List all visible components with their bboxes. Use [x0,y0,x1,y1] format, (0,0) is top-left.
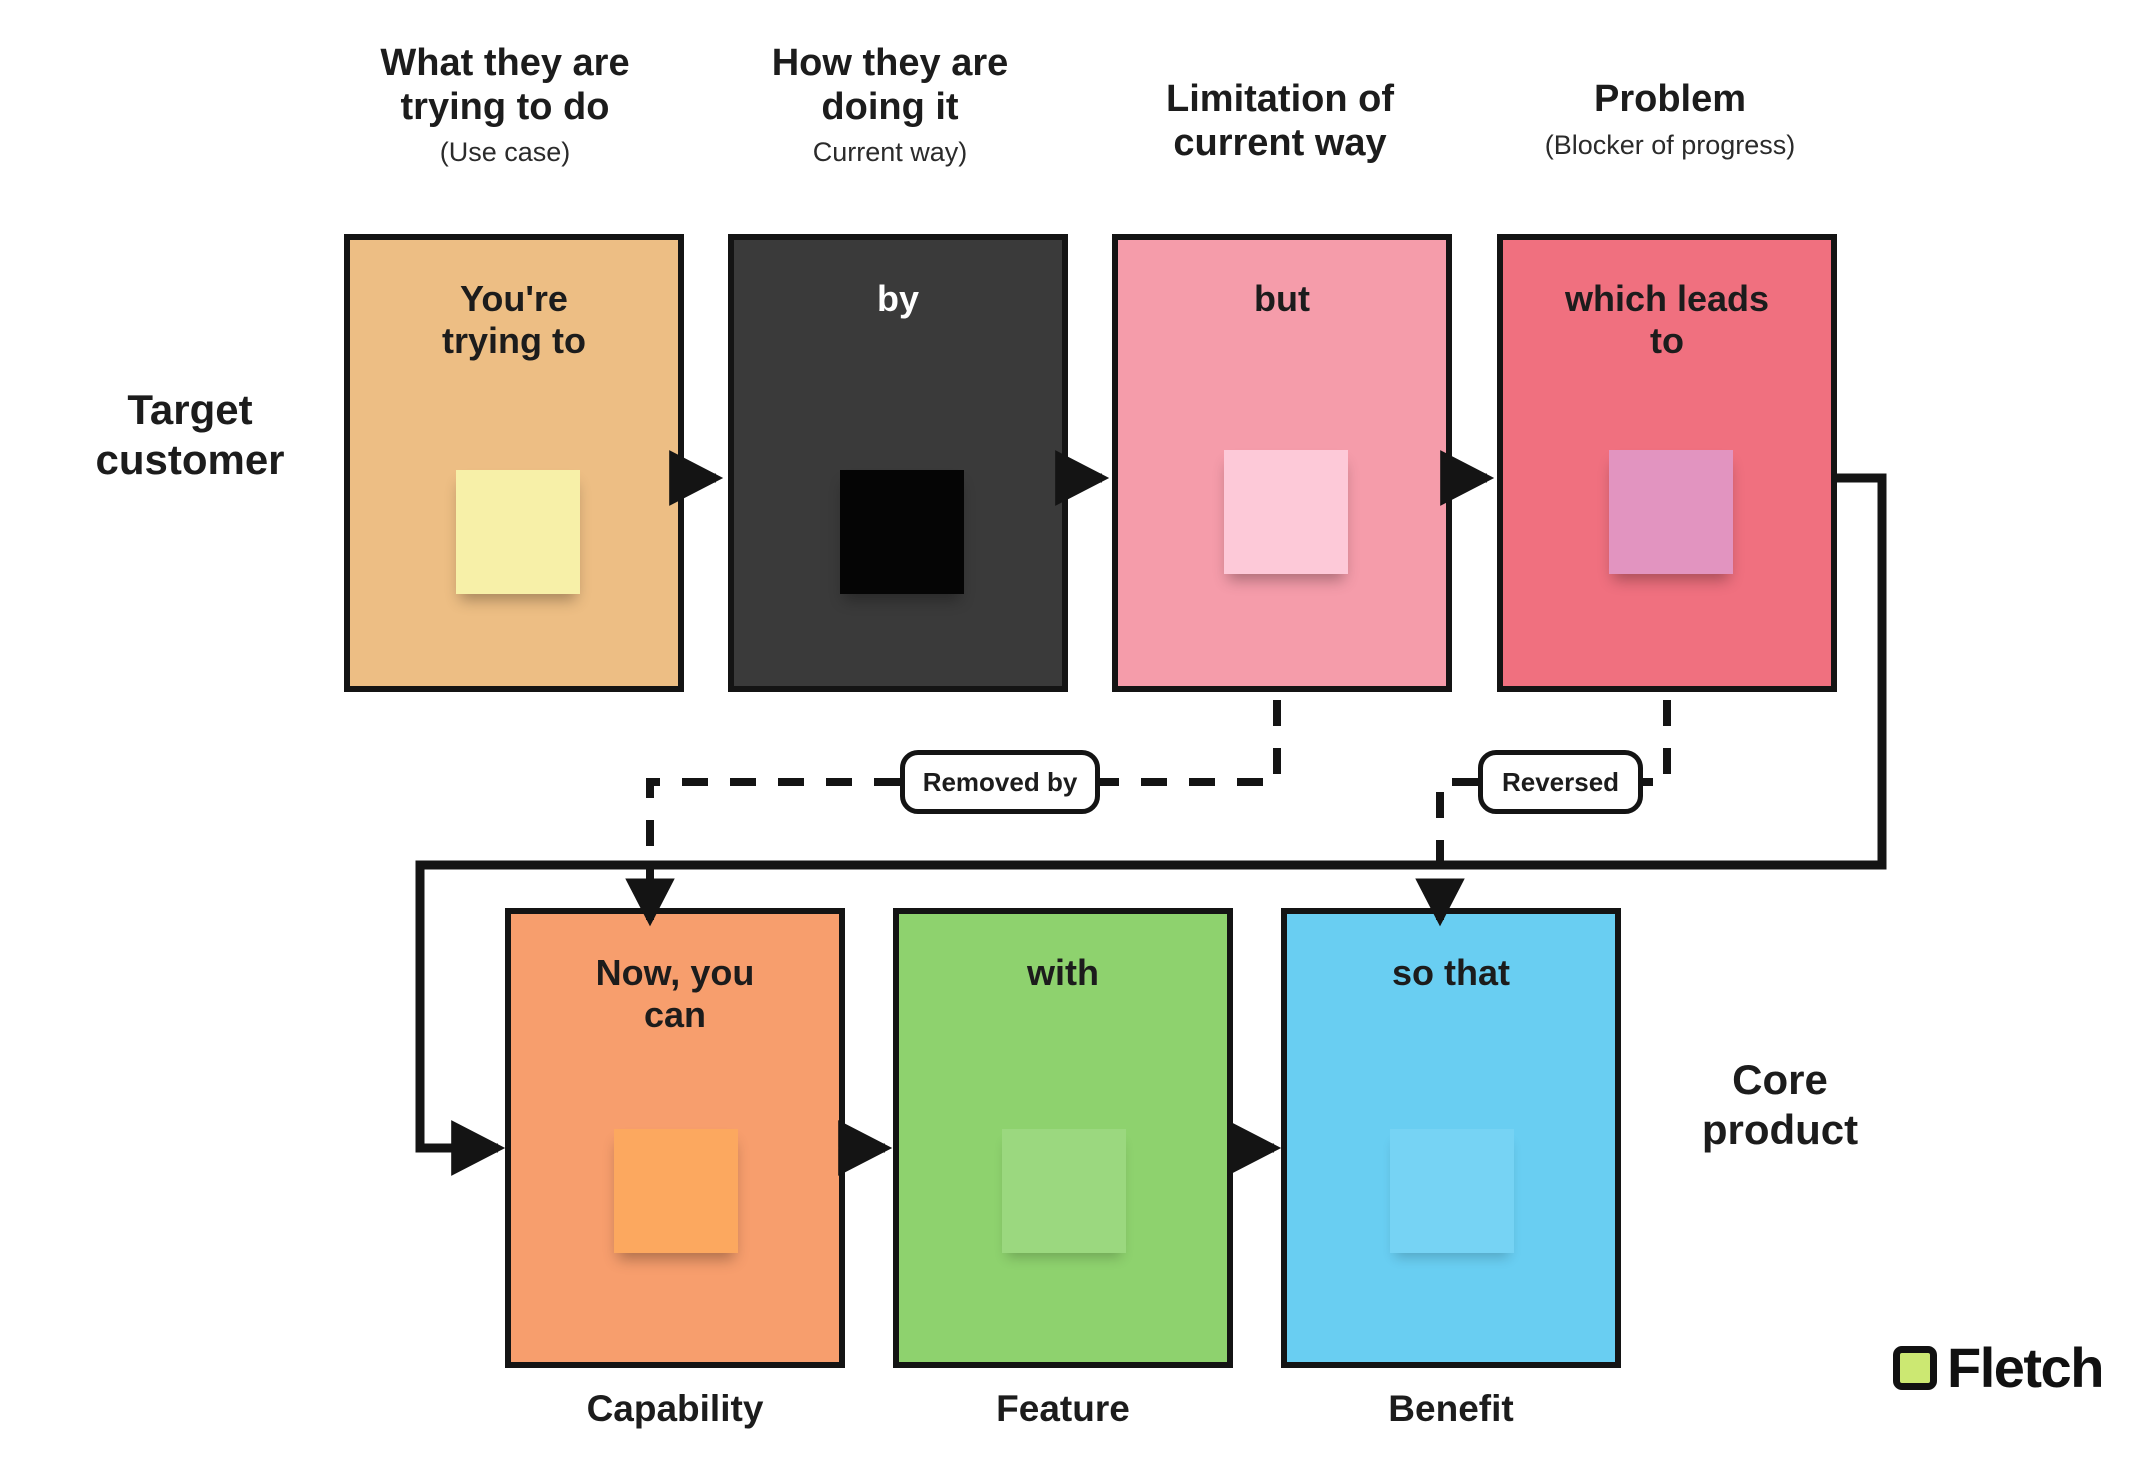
fletch-wordmark: Fletch [1947,1336,2104,1399]
wire-removed-by-right-segment [1100,700,1281,786]
column-header-current-way: How they are doing it Current way) [720,42,1060,168]
card-label: You're trying to [442,278,586,362]
column-header-title: How they are doing it [771,42,1009,128]
wire-removed-by-left-segment [646,778,900,900]
sticky-note [456,470,580,594]
column-header-title: What they are trying to do [380,42,630,128]
column-header-limitation: Limitation of current way [1100,78,1460,173]
column-header-problem: Problem (Blocker of progress) [1490,78,1850,161]
card-capability[interactable]: Now, you can [505,908,845,1368]
sticky-note [1390,1129,1514,1253]
column-header-subtitle: Current way) [812,137,968,168]
column-header-title: Limitation of current way [1166,78,1394,164]
caption-feature: Feature [996,1388,1130,1429]
core-product-label: Core product [1701,1056,1859,1153]
column-header-subtitle: (Blocker of progress) [1544,129,1796,160]
card-limitation[interactable]: but [1112,234,1452,692]
sticky-note [1002,1129,1126,1253]
sticky-note [840,470,964,594]
card-label: Now, you can [595,952,755,1036]
connector-label-removed-by: Removed by [900,750,1100,814]
card-benefit[interactable]: so that [1281,908,1621,1368]
card-label: with [1027,952,1099,993]
card-problem[interactable]: which leads to [1497,234,1837,692]
fletch-square-icon [1893,1346,1937,1390]
connector-label-reversed: Reversed [1478,750,1643,814]
sticky-note [614,1129,738,1253]
column-header-subtitle: (Use case) [439,137,571,168]
caption-capability: Capability [586,1388,764,1429]
diagram-canvas: What they are trying to do (Use case) Ho… [0,0,2154,1483]
card-current-way[interactable]: by [728,234,1068,692]
card-feature[interactable]: with [893,908,1233,1368]
column-header-title: Problem [1593,78,1747,120]
card-use-case[interactable]: You're trying to [344,234,684,692]
card-label: which leads to [1564,278,1770,362]
card-label: but [1254,278,1310,319]
caption-benefit: Benefit [1388,1388,1514,1429]
target-customer-label: Target customer [95,386,285,483]
wire-reversed-left-segment [1436,778,1478,900]
sticky-note [1224,450,1348,574]
column-header-use-case: What they are trying to do (Use case) [335,42,675,168]
card-label: so that [1391,952,1510,993]
card-label: by [876,278,919,319]
sticky-note [1609,450,1733,574]
fletch-logo: Fletch [1893,1336,2104,1399]
